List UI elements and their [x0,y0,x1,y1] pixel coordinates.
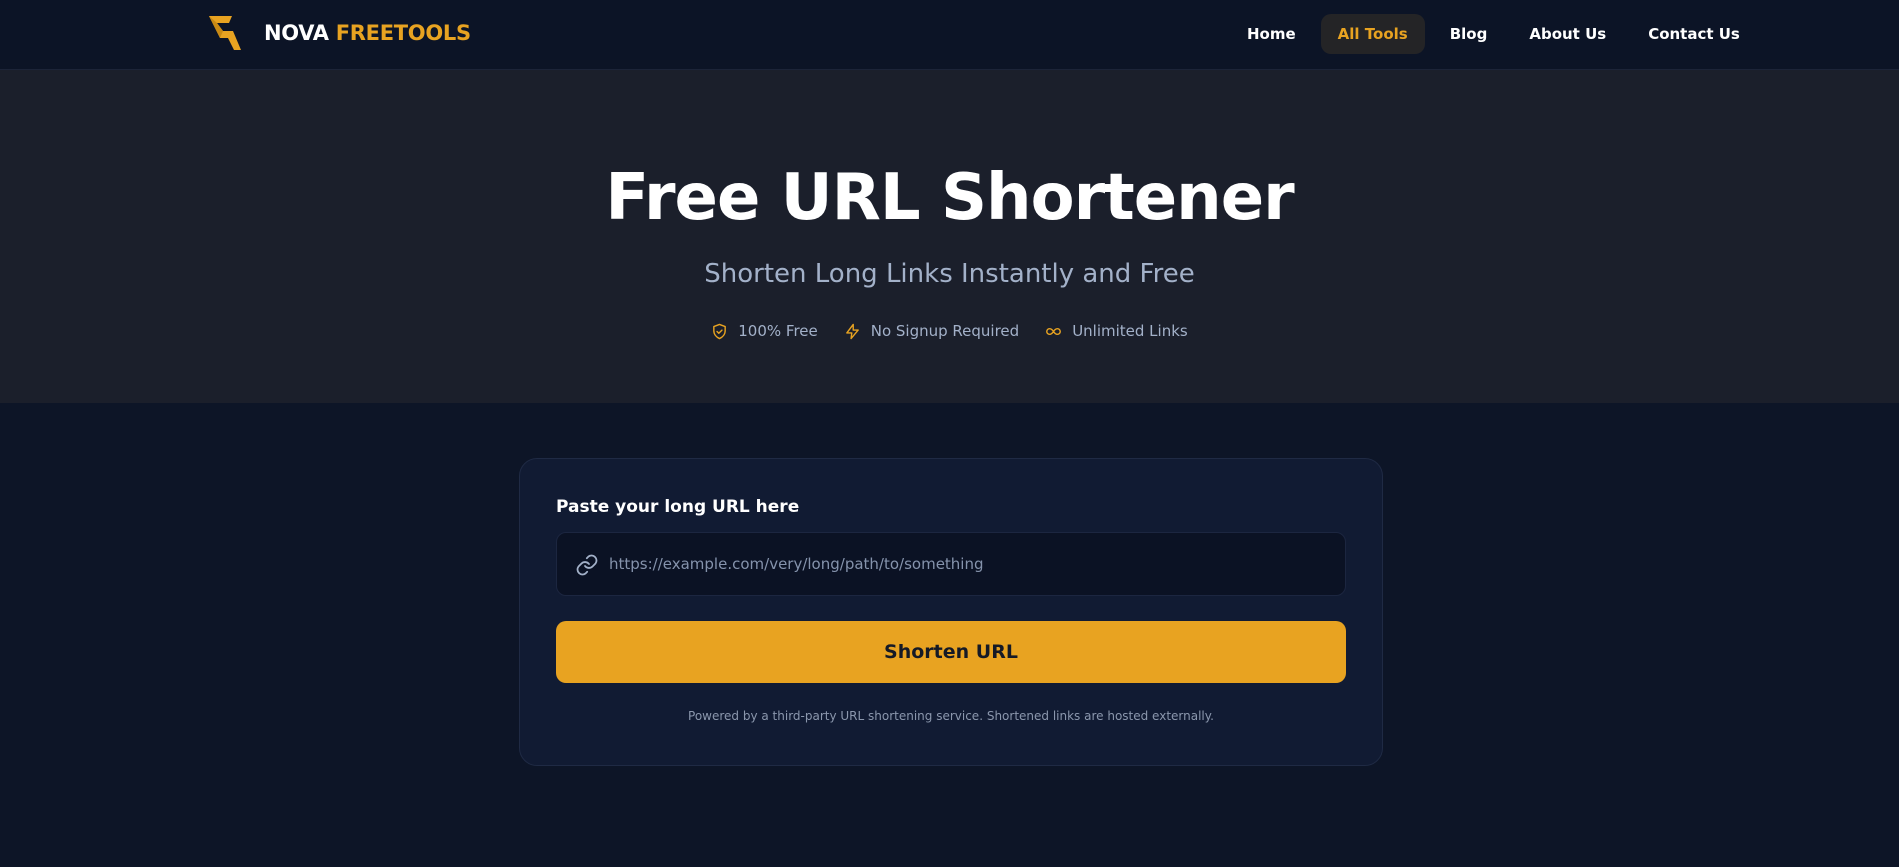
feature-item-no-signup: No Signup Required [844,322,1019,340]
url-input[interactable] [609,533,1329,595]
nav-item-about-us[interactable]: About Us [1512,14,1623,54]
nav-item-all-tools[interactable]: All Tools [1320,14,1425,54]
main-nav: Home All Tools Blog About Us Contact Us [1230,14,1757,54]
feature-item-unlimited: Unlimited Links [1045,322,1188,340]
feature-item-free: 100% Free [711,322,818,340]
link-icon [576,554,598,576]
nav-item-home[interactable]: Home [1230,14,1313,54]
nav-item-contact-us[interactable]: Contact Us [1631,14,1757,54]
service-footnote: Powered by a third-party URL shortening … [688,709,1214,723]
infinity-icon [1046,327,1062,335]
brand-name-part1: NOVA [264,21,329,45]
brand-logo[interactable]: NOVA FREETOOLS [208,14,471,52]
shield-check-icon [713,323,727,339]
lightning-logo-icon [209,16,241,50]
nav-item-blog[interactable]: Blog [1433,14,1505,54]
feature-list: 100% Free No Signup Required Unlimited L… [0,322,1899,340]
page-title: Free URL Shortener [605,161,1294,235]
url-input-wrapper[interactable] [556,532,1346,596]
brand-name: NOVA FREETOOLS [264,21,471,45]
page-subtitle: Shorten Long Links Instantly and Free [704,259,1195,289]
bolt-icon [845,323,859,339]
feature-label: 100% Free [738,322,818,340]
url-shortener-card: Paste your long URL here Shorten URL Pow… [519,458,1383,766]
site-header: NOVA FREETOOLS Home All Tools Blog About… [0,0,1899,70]
url-field-label: Paste your long URL here [556,497,800,517]
shorten-url-button[interactable]: Shorten URL [556,621,1346,683]
feature-label: No Signup Required [870,322,1020,340]
feature-label: Unlimited Links [1072,322,1188,340]
brand-name-part2: FREETOOLS [335,21,471,45]
hero-section: Free URL Shortener Shorten Long Links In… [0,70,1899,403]
